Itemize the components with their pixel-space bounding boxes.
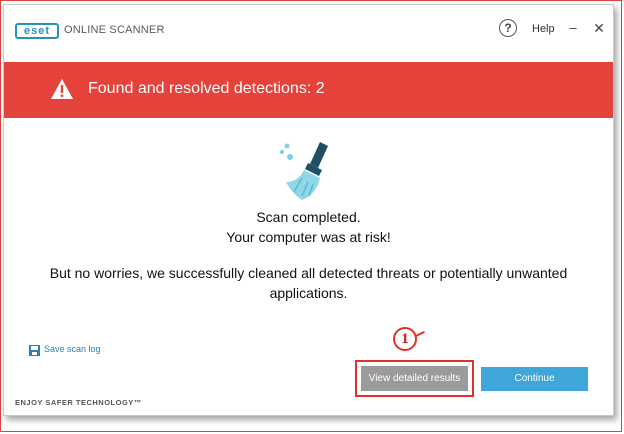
tagline: ENJOY SAFER TECHNOLOGY™ bbox=[15, 398, 142, 407]
scanner-window: eset ONLINE SCANNER ? Help – ✕ Found and… bbox=[3, 4, 614, 416]
warning-triangle-icon bbox=[51, 79, 73, 99]
save-log-icon bbox=[29, 345, 40, 356]
continue-button[interactable]: Continue bbox=[481, 367, 588, 391]
broom-icon bbox=[280, 142, 328, 200]
eset-logo: eset bbox=[15, 23, 59, 39]
help-link[interactable]: Help bbox=[532, 23, 555, 35]
detections-banner: Found and resolved detections: 2 bbox=[4, 62, 613, 118]
help-icon[interactable]: ? bbox=[499, 19, 517, 37]
save-scan-log-label: Save scan log bbox=[44, 344, 101, 354]
view-detailed-results-button[interactable]: View detailed results bbox=[361, 366, 468, 391]
risk-status: Your computer was at risk! bbox=[226, 229, 391, 245]
banner-title: Found and resolved detections: 2 bbox=[88, 80, 325, 97]
minimize-button[interactable]: – bbox=[566, 19, 580, 37]
callout-number: 1 bbox=[393, 327, 417, 351]
callout-pointer bbox=[415, 330, 425, 338]
close-button[interactable]: ✕ bbox=[592, 19, 606, 37]
scan-status: Scan completed. bbox=[256, 209, 361, 225]
cleanup-message: But no worries, we successfully cleaned … bbox=[49, 265, 568, 301]
product-name: ONLINE SCANNER bbox=[64, 24, 165, 36]
